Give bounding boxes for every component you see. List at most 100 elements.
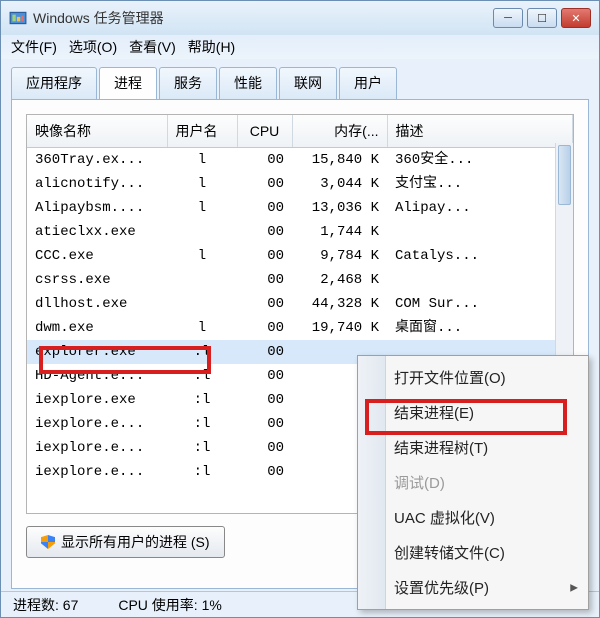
- table-row[interactable]: csrss.exe 002,468 K: [27, 268, 573, 292]
- menu-options[interactable]: 选项(O): [69, 37, 117, 57]
- cell-image: dwm.exe: [27, 316, 167, 340]
- cell-image: iexplore.e...: [27, 412, 167, 436]
- tab-performance[interactable]: 性能: [219, 67, 277, 99]
- cell-desc: [387, 220, 573, 244]
- ctx-debug: 调试(D): [358, 465, 588, 500]
- cell-user: [167, 268, 237, 292]
- ctx-set-priority[interactable]: 设置优先级(P) ▶: [358, 570, 588, 605]
- table-row[interactable]: dllhost.exe0044,328 KCOM Sur...: [27, 292, 573, 316]
- col-image[interactable]: 映像名称: [27, 115, 167, 148]
- menu-help[interactable]: 帮助(H): [188, 37, 235, 57]
- cell-cpu: 00: [237, 292, 292, 316]
- window-buttons: ─ ☐ ✕: [493, 8, 591, 28]
- col-memory[interactable]: 内存(...: [292, 115, 387, 148]
- cell-image: HD-Agent.e...: [27, 364, 167, 388]
- cell-cpu: 00: [237, 196, 292, 220]
- cell-memory: 44,328 K: [292, 292, 387, 316]
- col-desc[interactable]: 描述: [387, 115, 573, 148]
- tab-processes[interactable]: 进程: [99, 67, 157, 99]
- cell-image: iexplore.e...: [27, 436, 167, 460]
- cell-desc: 360安全...: [387, 148, 573, 173]
- cell-cpu: 00: [237, 460, 292, 484]
- maximize-button[interactable]: ☐: [527, 8, 557, 28]
- context-menu: 打开文件位置(O) 结束进程(E) 结束进程树(T) 调试(D) UAC 虚拟化…: [357, 355, 589, 610]
- close-button[interactable]: ✕: [561, 8, 591, 28]
- cell-desc: Alipay...: [387, 196, 573, 220]
- tab-applications[interactable]: 应用程序: [11, 67, 97, 99]
- cell-cpu: 00: [237, 316, 292, 340]
- table-row[interactable]: CCC.exel009,784 KCatalys...: [27, 244, 573, 268]
- table-row[interactable]: alicnotify...l003,044 K支付宝...: [27, 172, 573, 196]
- cell-cpu: 00: [237, 244, 292, 268]
- table-row[interactable]: atieclxx.exe001,744 K: [27, 220, 573, 244]
- tab-users[interactable]: 用户: [339, 67, 397, 99]
- ctx-end-process[interactable]: 结束进程(E): [358, 395, 588, 430]
- show-all-users-label: 显示所有用户的进程 (S): [61, 532, 210, 552]
- ctx-uac-virtualization[interactable]: UAC 虚拟化(V): [358, 500, 588, 535]
- ctx-end-process-tree[interactable]: 结束进程树(T): [358, 430, 588, 465]
- ctx-open-file-location[interactable]: 打开文件位置(O): [358, 360, 588, 395]
- cell-cpu: 00: [237, 412, 292, 436]
- menu-file[interactable]: 文件(F): [11, 37, 57, 57]
- menubar: 文件(F) 选项(O) 查看(V) 帮助(H): [1, 35, 599, 59]
- cell-cpu: 00: [237, 172, 292, 196]
- cell-user: [167, 220, 237, 244]
- cell-image: explorer.exe: [27, 340, 167, 364]
- table-row[interactable]: Alipaybsm....l0013,036 KAlipay...: [27, 196, 573, 220]
- cell-cpu: 00: [237, 340, 292, 364]
- cell-desc: 桌面窗...: [387, 316, 573, 340]
- window-title: Windows 任务管理器: [33, 8, 493, 28]
- cell-desc: 支付宝...: [387, 172, 573, 196]
- cell-user: :l: [167, 340, 237, 364]
- cell-desc: COM Sur...: [387, 292, 573, 316]
- cell-user: l: [167, 148, 237, 173]
- menu-view[interactable]: 查看(V): [129, 37, 176, 57]
- col-user[interactable]: 用户名: [167, 115, 237, 148]
- cell-image: 360Tray.ex...: [27, 148, 167, 173]
- cell-cpu: 00: [237, 268, 292, 292]
- cell-user: :l: [167, 436, 237, 460]
- cell-memory: 13,036 K: [292, 196, 387, 220]
- cell-user: l: [167, 244, 237, 268]
- cell-user: :l: [167, 460, 237, 484]
- tabstrip: 应用程序 进程 服务 性能 联网 用户: [1, 59, 599, 99]
- task-manager-window: Windows 任务管理器 ─ ☐ ✕ 文件(F) 选项(O) 查看(V) 帮助…: [0, 0, 600, 618]
- cell-user: :l: [167, 412, 237, 436]
- uac-shield-icon: [41, 535, 55, 549]
- cell-memory: 3,044 K: [292, 172, 387, 196]
- cell-image: alicnotify...: [27, 172, 167, 196]
- cell-user: :l: [167, 388, 237, 412]
- cell-memory: 9,784 K: [292, 244, 387, 268]
- status-process-count: 进程数: 67: [13, 595, 78, 615]
- cell-user: :l: [167, 364, 237, 388]
- titlebar: Windows 任务管理器 ─ ☐ ✕: [1, 1, 599, 35]
- cell-image: iexplore.e...: [27, 460, 167, 484]
- cell-desc: [387, 268, 573, 292]
- cell-image: csrss.exe: [27, 268, 167, 292]
- cell-memory: 15,840 K: [292, 148, 387, 173]
- show-all-users-button[interactable]: 显示所有用户的进程 (S): [26, 526, 225, 558]
- minimize-button[interactable]: ─: [493, 8, 523, 28]
- cell-image: Alipaybsm....: [27, 196, 167, 220]
- cell-memory: 19,740 K: [292, 316, 387, 340]
- cell-cpu: 00: [237, 388, 292, 412]
- ctx-set-priority-label: 设置优先级(P): [394, 580, 489, 597]
- cell-image: iexplore.exe: [27, 388, 167, 412]
- cell-memory: 2,468 K: [292, 268, 387, 292]
- scrollbar-thumb[interactable]: [558, 145, 571, 205]
- ctx-create-dump[interactable]: 创建转储文件(C): [358, 535, 588, 570]
- app-icon: [9, 9, 27, 27]
- cell-user: l: [167, 196, 237, 220]
- tab-network[interactable]: 联网: [279, 67, 337, 99]
- cell-image: atieclxx.exe: [27, 220, 167, 244]
- cell-cpu: 00: [237, 364, 292, 388]
- cell-image: CCC.exe: [27, 244, 167, 268]
- cell-user: l: [167, 316, 237, 340]
- col-cpu[interactable]: CPU: [237, 115, 292, 148]
- tab-services[interactable]: 服务: [159, 67, 217, 99]
- table-row[interactable]: 360Tray.ex...l0015,840 K360安全...: [27, 148, 573, 173]
- cell-user: [167, 292, 237, 316]
- table-row[interactable]: dwm.exel0019,740 K桌面窗...: [27, 316, 573, 340]
- cell-cpu: 00: [237, 220, 292, 244]
- cell-desc: Catalys...: [387, 244, 573, 268]
